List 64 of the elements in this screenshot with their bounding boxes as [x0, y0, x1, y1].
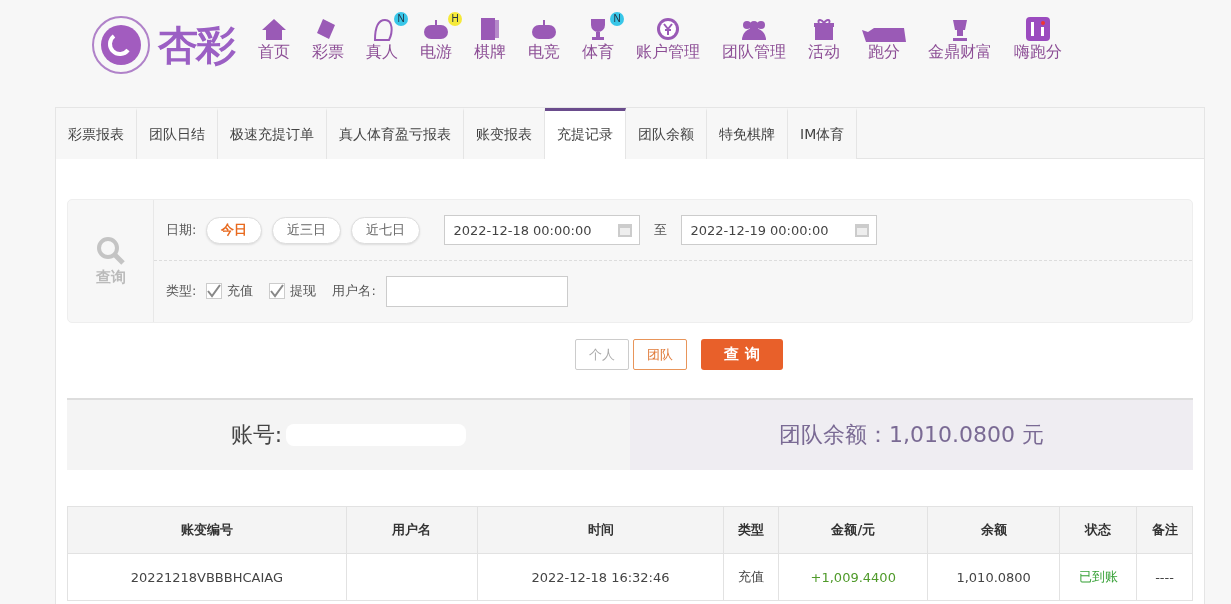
report-tab[interactable]: 账变报表: [464, 108, 545, 159]
type-option-label: 提现: [290, 282, 317, 300]
column-header: 账变编号: [67, 506, 347, 554]
report-tab[interactable]: IM体育: [788, 108, 858, 159]
column-header: 状态: [1059, 506, 1137, 554]
logo-emblem-icon: [90, 14, 152, 76]
type-checkbox[interactable]: [269, 283, 286, 299]
nav-item[interactable]: 棋牌: [464, 14, 516, 63]
nav-item[interactable]: 电竞: [518, 14, 570, 63]
column-header: 金额/元: [778, 506, 928, 554]
column-header: 备注: [1136, 506, 1193, 554]
query-button[interactable]: 查 询: [701, 339, 783, 370]
nav-item[interactable]: 彩票: [302, 14, 354, 63]
end-date-field[interactable]: 2022-12-19 00:00:00: [681, 215, 878, 245]
nav-item[interactable]: 嗨跑分: [1004, 14, 1072, 63]
team-balance: 团队余额：1,010.0800 元: [779, 421, 1044, 449]
type-checkbox[interactable]: [206, 283, 223, 299]
table-cell: ----: [1136, 553, 1193, 601]
calendar-icon: [854, 222, 871, 238]
nav-item[interactable]: H 电游: [410, 14, 462, 63]
app-icon: [1023, 16, 1053, 42]
column-header: 时间: [477, 506, 724, 554]
report-tab[interactable]: 特免棋牌: [707, 108, 788, 159]
username-field[interactable]: [385, 275, 568, 307]
search-icon: [95, 235, 126, 266]
table-cell: 充值: [723, 553, 779, 601]
report-tab[interactable]: 极速充提订单: [218, 108, 327, 159]
nav-item[interactable]: 金鼎财富: [918, 14, 1002, 63]
table-cell: 已到账: [1059, 553, 1137, 601]
search-label: 查询: [95, 267, 126, 287]
column-header: 类型: [723, 506, 779, 554]
table-cell: 1,010.0800: [927, 553, 1060, 601]
username-label: 用户名:: [332, 282, 376, 300]
table-cell: +1,009.4400: [778, 553, 928, 601]
nav-item[interactable]: 团队管理: [712, 14, 796, 63]
type-option-label: 充值: [227, 282, 254, 300]
nav-badge: H: [448, 12, 462, 26]
nav-item[interactable]: 首页: [248, 14, 300, 63]
nav-item[interactable]: 跑分: [852, 14, 916, 63]
nav-item[interactable]: N 体育: [572, 14, 624, 63]
date-range-chip[interactable]: 今日: [206, 216, 263, 244]
nav-badge: N: [394, 12, 408, 26]
type-label: 类型:: [166, 282, 197, 300]
nav-item[interactable]: 活动: [798, 14, 850, 63]
column-header: 余额: [927, 506, 1060, 554]
report-tab[interactable]: 彩票报表: [56, 108, 137, 159]
report-tab[interactable]: 充提记录: [545, 108, 626, 159]
report-tab[interactable]: 团队余额: [626, 108, 707, 159]
nav-item[interactable]: N 真人: [356, 14, 408, 63]
range-separator: 至: [654, 221, 668, 239]
column-header: 用户名: [346, 506, 478, 554]
date-label: 日期:: [166, 221, 197, 239]
nav-badge: N: [610, 12, 624, 26]
report-tab[interactable]: 团队日结: [137, 108, 218, 159]
calendar-icon: [617, 222, 634, 238]
brand-name: 杏彩: [158, 19, 234, 70]
table-cell: 2022-12-18 16:32:46: [477, 553, 724, 601]
start-date-field[interactable]: 2022-12-18 00:00:00: [444, 215, 641, 245]
date-range-chip[interactable]: 近七日: [351, 216, 421, 244]
table-cell: 20221218VBBBHCAIAG: [67, 553, 347, 601]
date-range-chip[interactable]: 近三日: [272, 216, 342, 244]
nav-item[interactable]: 账户管理: [626, 14, 710, 63]
account-label: 账号:: [230, 421, 283, 449]
report-tab[interactable]: 真人体育盈亏报表: [327, 108, 464, 159]
